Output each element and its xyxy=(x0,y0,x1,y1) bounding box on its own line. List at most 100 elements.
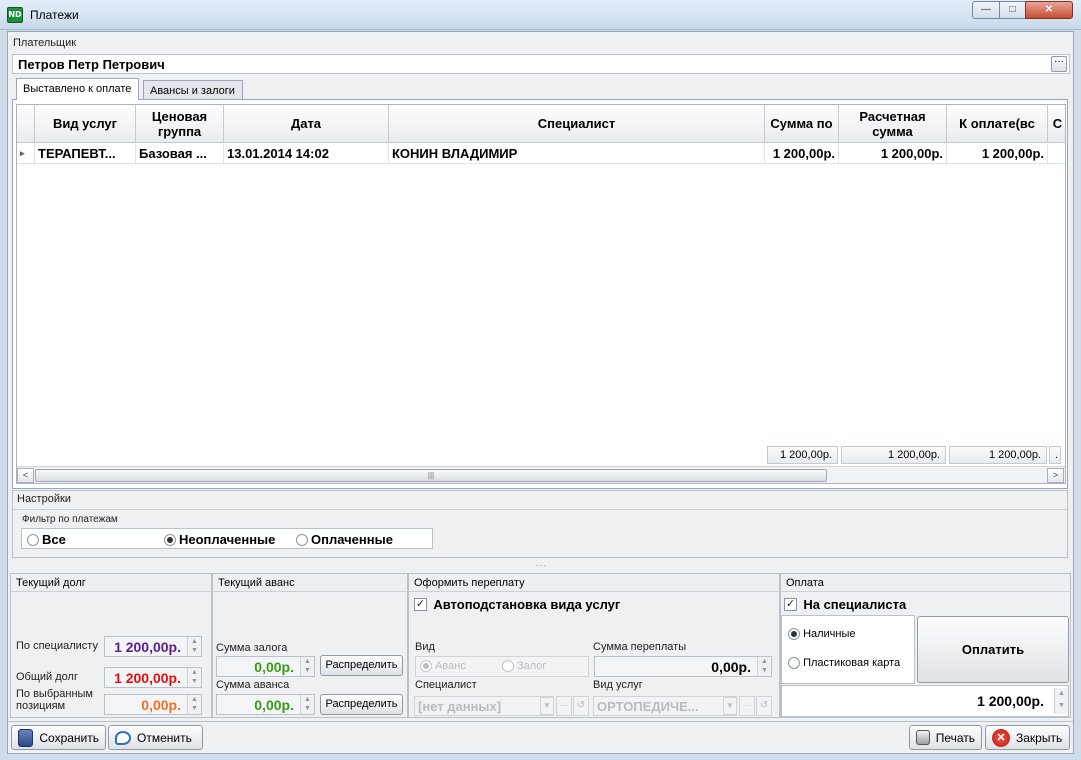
radio-icon[interactable] xyxy=(296,533,308,546)
footer-total: 1 200,00р. xyxy=(767,446,838,464)
spin-icon[interactable]: ▲ ▼ xyxy=(187,695,201,714)
filter-label: Фильтр по платежам xyxy=(22,514,118,525)
scroll-left-arrow-icon[interactable]: < xyxy=(17,468,34,483)
undo-arrow-icon xyxy=(115,730,131,745)
current-advance-group: Текущий аванс Сумма залога 0,00р. ▲ ▼ Рас… xyxy=(212,573,408,718)
radio-icon[interactable] xyxy=(27,533,39,546)
radio-icon[interactable] xyxy=(788,657,800,670)
more-icon[interactable]: ··· xyxy=(556,696,572,716)
debt-by-specialist-label: По специалисту xyxy=(16,640,98,652)
radio-icon[interactable] xyxy=(501,660,514,673)
payment-amount-field[interactable]: 1 200,00р. xyxy=(781,685,1069,717)
distribute-advance-button[interactable]: Распределить xyxy=(320,694,403,715)
client-area: Плательщик Петров Петр Петрович ··· Выст… xyxy=(7,31,1074,754)
checkbox-checked-icon[interactable]: ✓ xyxy=(784,598,797,612)
tab-invoiced[interactable]: Выставлено к оплате xyxy=(16,78,139,100)
chevron-down-icon[interactable]: ▼ xyxy=(540,697,554,715)
radio-selected-icon[interactable] xyxy=(420,660,432,673)
current-debt-group: Текущий долг По специалисту 1 200,00р. ▲… xyxy=(10,573,212,718)
checkbox-checked-icon[interactable]: ✓ xyxy=(414,598,427,612)
service-label: Вид услуг xyxy=(593,679,643,691)
footer-total: 1 200,00р. xyxy=(841,446,946,464)
column-header[interactable]: Расчетная сумма xyxy=(839,105,947,143)
settings-label: Настройки xyxy=(17,493,71,505)
specialist-label: Специалист xyxy=(415,679,477,691)
footer-total: 1 200,00р. xyxy=(949,446,1047,464)
radio-selected-icon[interactable] xyxy=(164,533,176,546)
to-specialist-checkbox[interactable]: ✓ На специалиста xyxy=(784,597,906,612)
divider xyxy=(13,509,1067,510)
cancel-button[interactable]: Отменить xyxy=(108,725,203,750)
print-button[interactable]: Печать xyxy=(909,725,982,750)
payer-browse-button[interactable]: ··· xyxy=(1051,56,1067,72)
spin-icon[interactable]: ▲ ▼ xyxy=(187,668,201,687)
specialist-select[interactable]: [нет данных] xyxy=(414,696,554,716)
close-button[interactable]: ✕ Закрыть xyxy=(985,725,1070,750)
horizontal-scrollbar[interactable]: < ||| > xyxy=(17,466,1065,483)
row-indicator[interactable]: ▸ xyxy=(17,144,35,164)
app-icon: ND xyxy=(7,7,23,23)
card-option[interactable]: Пластиковая карта xyxy=(788,657,900,670)
tab-panel: Вид услуг Ценовая группа Дата Специалист… xyxy=(12,99,1068,489)
floppy-disk-icon xyxy=(18,728,34,747)
service-select[interactable]: ОРТОПЕДИЧЕ... xyxy=(593,696,737,716)
tab-advances[interactable]: Авансы и залоги xyxy=(143,80,243,101)
bottom-toolbar: Сохранить Отменить Печать ✕ Закрыть xyxy=(8,721,1073,753)
payment-method-box: Наличные Пластиковая карта xyxy=(781,615,915,684)
payer-label: Плательщик xyxy=(13,37,77,49)
distribute-deposit-button[interactable]: Распределить xyxy=(320,655,403,676)
more-icon[interactable]: ··· xyxy=(739,696,755,716)
column-header[interactable]: С xyxy=(1048,105,1065,143)
scroll-right-arrow-icon[interactable]: > xyxy=(1047,468,1064,483)
close-window-button[interactable]: ✕ xyxy=(1025,1,1073,19)
overpay-amount-field[interactable]: 0,00р. xyxy=(594,656,772,677)
spin-icon[interactable]: ▲ ▼ xyxy=(187,637,201,656)
column-header[interactable]: К оплате(вс xyxy=(947,105,1048,143)
table-cell[interactable]: ТЕРАПЕВТ... xyxy=(35,144,136,164)
table-cell[interactable]: КОНИН ВЛАДИМИР xyxy=(389,144,765,164)
chevron-down-icon[interactable]: ▼ xyxy=(723,697,737,715)
spin-icon[interactable]: ▲ ▼ xyxy=(757,657,771,676)
panel-splitter[interactable]: ···· xyxy=(8,562,1073,570)
advance-label: Сумма аванса xyxy=(216,679,290,691)
filter-unpaid-option[interactable]: Неоплаченные xyxy=(164,532,275,547)
table-cell[interactable]: Базовая ... xyxy=(136,144,224,164)
payer-field[interactable]: Петров Петр Петрович xyxy=(12,54,1070,74)
current-advance-title: Текущий аванс xyxy=(213,574,407,592)
minimize-button[interactable]: — xyxy=(972,1,1000,19)
table-cell[interactable] xyxy=(1048,144,1065,164)
overpay-group: Оформить переплату ✓ Автоподстановка вид… xyxy=(408,573,780,718)
spin-icon[interactable]: ▲ ▼ xyxy=(1054,688,1068,714)
reset-icon[interactable]: ↺ xyxy=(573,696,589,716)
filter-paid-option[interactable]: Оплаченные xyxy=(296,532,393,547)
filter-options: Все Неоплаченные Оплаченные xyxy=(21,528,433,549)
cash-option[interactable]: Наличные xyxy=(788,628,856,641)
footer-total: . xyxy=(1049,446,1061,464)
pay-button[interactable]: Оплатить xyxy=(917,616,1069,683)
table-cell[interactable]: 1 200,00р. xyxy=(765,144,839,164)
column-header[interactable]: Специалист xyxy=(389,105,765,143)
maximize-button[interactable]: □ xyxy=(999,1,1026,19)
settings-group: Настройки Фильтр по платежам Все Неоплач… xyxy=(12,490,1068,558)
payment-group: Оплата ✓ На специалиста Наличные Пластик… xyxy=(780,573,1071,718)
table-cell[interactable]: 1 200,00р. xyxy=(839,144,947,164)
deposit-label: Сумма залога xyxy=(216,642,288,654)
table-cell[interactable]: 13.01.2014 14:02 xyxy=(224,144,389,164)
overpay-amount-label: Сумма переплаты xyxy=(593,641,687,653)
reset-icon[interactable]: ↺ xyxy=(756,696,772,716)
table-cell[interactable]: 1 200,00р. xyxy=(947,144,1048,164)
column-header[interactable]: Ценовая группа xyxy=(136,105,224,143)
column-header[interactable]: Вид услуг xyxy=(35,105,136,143)
auto-service-checkbox[interactable]: ✓ Автоподстановка вида услуг xyxy=(414,597,620,612)
selected-positions-label: По выбранным позициям xyxy=(16,688,93,712)
column-header[interactable]: Дата xyxy=(224,105,389,143)
radio-selected-icon[interactable] xyxy=(788,628,800,641)
save-button[interactable]: Сохранить xyxy=(11,725,106,750)
title-bar[interactable]: ND Платежи — □ ✕ xyxy=(0,0,1081,30)
spin-icon[interactable]: ▲ ▼ xyxy=(300,695,314,714)
kind-options: Аванс Залог xyxy=(415,656,589,677)
filter-all-option[interactable]: Все xyxy=(27,532,66,547)
column-header[interactable]: Сумма по xyxy=(765,105,839,143)
scroll-thumb[interactable]: ||| xyxy=(35,469,827,482)
spin-icon[interactable]: ▲ ▼ xyxy=(300,657,314,676)
